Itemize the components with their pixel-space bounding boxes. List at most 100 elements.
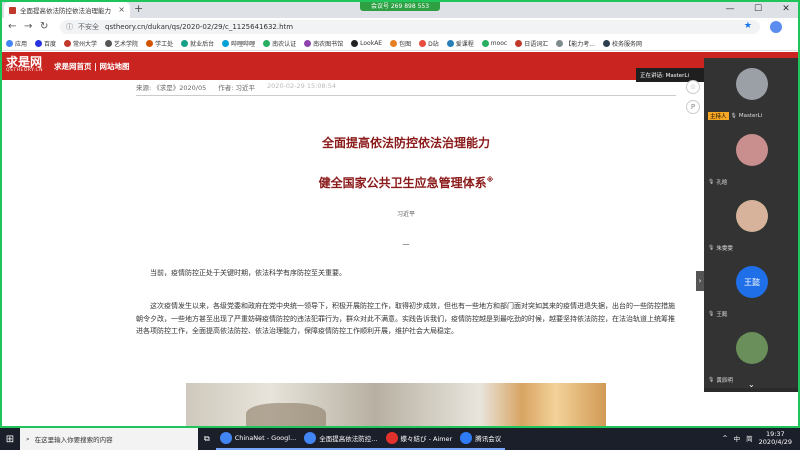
bookmark-star-icon[interactable]: ★ — [744, 21, 752, 31]
mic-icon: 🎙 — [708, 311, 715, 317]
paragraph-2: 这次疫情发生以来，各级党委和政府在党中央统一领导下，积极开展防控工作，取得初步成… — [136, 302, 675, 335]
bookmark-label: mooc — [490, 39, 508, 47]
maximize-icon[interactable]: ☐ — [744, 0, 772, 18]
security-label: 不安全 — [78, 23, 99, 31]
screen: 全面提高依法防控依法治理能力 × + 会议号 269 898 553 — ☐ ✕… — [0, 0, 800, 450]
bookmark-item[interactable]: 哔哩哔哩 — [222, 39, 255, 48]
url-input[interactable]: ⓘ 不安全 qstheory.cn/dukan/qs/2020-02/29/c_… — [60, 20, 782, 34]
participant-tile[interactable]: 🎙 黄辰明 — [704, 322, 800, 388]
site-nav-links[interactable]: 求是网首页 | 网站地图 — [54, 61, 129, 72]
participant-tile[interactable]: 🎙 朱雯雯 — [704, 190, 800, 256]
bookmark-favicon-icon — [181, 39, 189, 47]
article-date: 2020-02-29 15:08:54 — [267, 82, 337, 90]
close-window-icon[interactable]: ✕ — [772, 0, 800, 18]
bookmark-favicon-icon — [6, 39, 13, 47]
participant-name: 黄辰明 — [716, 378, 733, 384]
mic-icon: 🎙 — [730, 113, 737, 119]
participant-tile[interactable]: 主持人 🎙 MasterLi — [704, 58, 800, 124]
participant-name: 朱雯雯 — [716, 246, 733, 252]
bookmark-label: 南农图书馆 — [313, 40, 344, 48]
bookmark-item[interactable]: 艺术学院 — [105, 39, 138, 48]
bookmark-item[interactable]: D站 — [419, 39, 439, 48]
bookmark-label: 爱课程 — [455, 40, 474, 48]
bookmark-item[interactable]: 百度 — [35, 39, 56, 48]
bookmark-item[interactable]: 应用 — [6, 39, 27, 48]
mic-icon: 🎙 — [708, 377, 715, 383]
taskbar-app-item[interactable]: 腾讯会议 — [456, 428, 506, 450]
ime-indicator[interactable]: 中 — [734, 433, 741, 443]
host-badge: 主持人 — [708, 112, 729, 120]
bookmark-item[interactable]: 【能力考... — [556, 39, 595, 48]
meeting-id-pill[interactable]: 会议号 269 898 553 — [360, 0, 440, 11]
close-tab-icon[interactable]: × — [118, 5, 125, 14]
minimize-icon[interactable]: — — [716, 0, 744, 18]
clock-time: 19:37 — [765, 430, 785, 438]
taskbar-app-item[interactable]: 全面提高依法防控... — [300, 428, 382, 450]
print-icon[interactable]: P — [686, 100, 700, 114]
forward-arrow-icon[interactable]: → — [24, 21, 32, 32]
bookmark-favicon-icon — [222, 39, 230, 47]
site-logo[interactable]: 求是网 QSTHEORY.CN — [6, 56, 43, 73]
ime-mode[interactable]: 简 — [746, 433, 753, 443]
url-text: qstheory.cn/dukan/qs/2020-02/29/c_112564… — [105, 23, 294, 31]
tray-overflow-icon[interactable]: ^ — [722, 434, 727, 442]
section-number: 一 — [402, 241, 410, 249]
bookmark-label: 应用 — [15, 40, 28, 48]
participant-avatar — [736, 68, 768, 100]
bookmark-label: 日语词汇 — [524, 40, 549, 48]
bookmark-item[interactable]: 学工处 — [146, 39, 173, 48]
bookmark-label: 【能力考... — [565, 40, 595, 48]
back-arrow-icon[interactable]: ← — [8, 21, 16, 32]
logo-subtext: QSTHEORY.CN — [6, 68, 44, 73]
taskbar-search-input[interactable]: ⌕ 在这里输入你要搜索的内容 — [20, 428, 198, 450]
bookmark-item[interactable]: 爱课程 — [446, 39, 474, 48]
bookmark-item[interactable]: 南农认证 — [263, 39, 296, 48]
profile-avatar[interactable] — [770, 21, 782, 33]
participant-name: MasterLi — [738, 113, 763, 119]
bookmark-favicon-icon — [481, 39, 489, 47]
windows-start-icon[interactable]: ⊞ — [0, 428, 20, 450]
taskbar-app-item[interactable]: 蝶々結び - Aimer — [381, 428, 457, 450]
participant-tile[interactable]: 王懿 🎙 王懿 — [704, 256, 800, 322]
security-warning-icon[interactable]: ⓘ — [66, 22, 73, 32]
bookmark-item[interactable]: 日语词汇 — [515, 39, 548, 48]
share-icon[interactable]: ☆ — [686, 80, 700, 94]
new-tab-icon[interactable]: + — [134, 2, 143, 15]
bookmark-item[interactable]: mooc — [481, 39, 508, 47]
paragraph-1: 当前，疫情防控正处于关键时期，依法科学有序防控至关重要。 — [150, 269, 346, 277]
bookmark-item[interactable]: 南农图书馆 — [304, 39, 343, 48]
clock[interactable]: 19:37 2020/4/29 — [759, 430, 792, 446]
bookmark-favicon-icon — [515, 39, 523, 47]
chevron-down-icon[interactable]: ⌄ — [748, 380, 755, 389]
participant-name: 王懿 — [716, 312, 728, 318]
taskbar-app-label: 全面提高依法防控... — [319, 435, 378, 443]
reload-icon[interactable]: ↻ — [40, 21, 48, 32]
bookmark-label: 百度 — [44, 40, 57, 48]
bookmark-item[interactable]: LookAE — [351, 39, 382, 47]
taskbar-items: ChinaNet - Googl... 全面提高依法防控... 蝶々結び - Aim… — [215, 428, 506, 450]
taskbar-app-label: ChinaNet - Googl... — [234, 434, 297, 442]
participant-tile[interactable]: 🎙 孔晗 — [704, 124, 800, 190]
window-controls: — ☐ ✕ — [716, 0, 800, 18]
taskbar-app-item[interactable]: ChinaNet - Googl... — [215, 428, 301, 450]
bookmark-item[interactable]: 常州大学 — [64, 39, 97, 48]
collapse-panel-icon[interactable]: › — [696, 271, 704, 291]
bookmark-item[interactable]: 就业后台 — [181, 39, 214, 48]
system-tray: ^ 中 简 19:37 2020/4/29 — [722, 430, 792, 446]
bookmark-item[interactable]: 校务服务网 — [603, 39, 642, 48]
windows-taskbar: ⊞ ⌕ 在这里输入你要搜索的内容 ⧉ ChinaNet - Googl... 全面… — [0, 428, 800, 450]
article-image — [186, 383, 606, 430]
bookmark-favicon-icon — [351, 39, 359, 47]
participant-name-row: 🎙 朱雯雯 — [708, 244, 733, 252]
bookmark-item[interactable]: 包图 — [390, 39, 411, 48]
bookmark-label: 常州大学 — [73, 40, 98, 48]
browser-tab-active[interactable]: 全面提高依法防控依法治理能力 × — [4, 2, 130, 18]
bookmark-label: 包图 — [399, 40, 412, 48]
app-icon — [385, 432, 398, 444]
participant-avatar — [736, 200, 768, 232]
task-view-icon[interactable]: ⧉ — [198, 434, 216, 444]
participant-name-row: 🎙 王懿 — [708, 310, 727, 318]
participant-name-row: 🎙 黄辰明 — [708, 376, 733, 384]
search-placeholder: 在这里输入你要搜索的内容 — [34, 436, 113, 444]
article-title-line2: 健全国家公共卫生应急管理体系※ — [136, 174, 676, 191]
